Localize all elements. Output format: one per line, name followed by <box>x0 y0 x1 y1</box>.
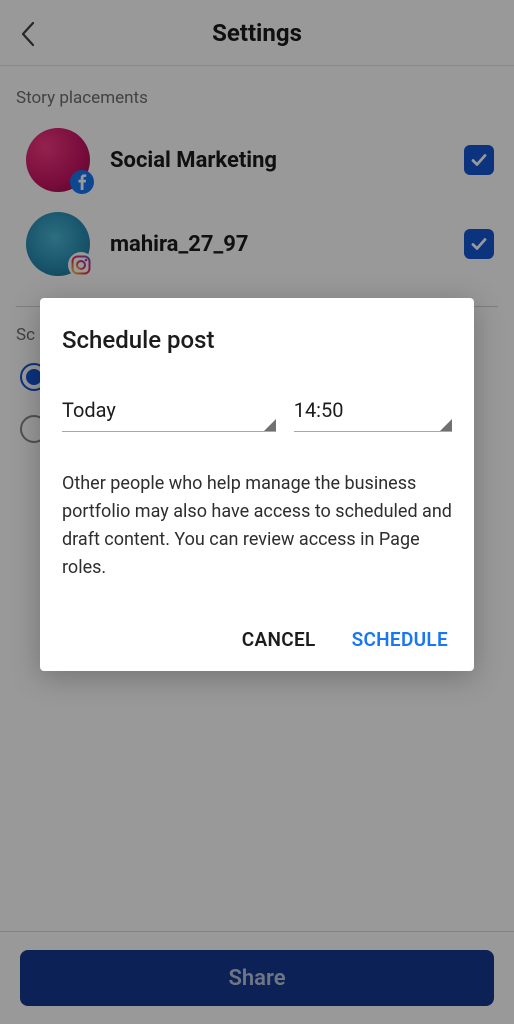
modal-title: Schedule post <box>62 326 452 354</box>
cancel-button[interactable]: CANCEL <box>242 628 316 651</box>
schedule-post-modal: Schedule post Today 14:50 Other people w… <box>40 298 474 671</box>
schedule-button[interactable]: SCHEDULE <box>352 628 448 651</box>
time-picker[interactable]: 14:50 <box>294 392 452 432</box>
modal-description: Other people who help manage the busines… <box>62 470 452 582</box>
dropdown-corner-icon <box>264 419 276 431</box>
dropdown-corner-icon <box>440 419 452 431</box>
date-picker[interactable]: Today <box>62 392 276 432</box>
date-value: Today <box>62 398 116 422</box>
time-value: 14:50 <box>294 398 344 422</box>
